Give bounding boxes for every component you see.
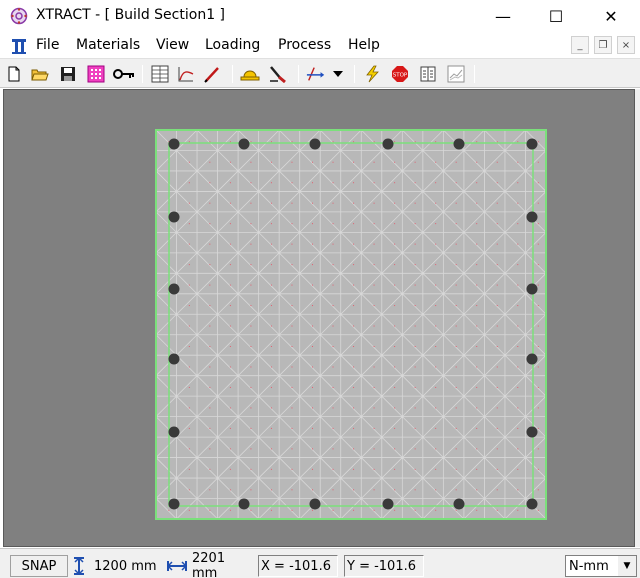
rebar [526,138,538,150]
section-grid-icon[interactable] [150,64,170,84]
section-drawing [155,129,547,520]
section-canvas[interactable] [3,89,635,547]
svg-text:STOP: STOP [393,73,408,79]
units-dropdown-arrow-icon[interactable]: ▼ [618,556,636,576]
key-icon[interactable] [112,64,136,84]
x-coordinate-readout: X = -101.6 [258,555,338,577]
rebar [168,353,180,365]
mdi-restore-button[interactable]: ❐ [594,36,612,54]
chart-icon[interactable] [446,64,466,84]
open-folder-icon[interactable] [30,64,50,84]
dig-tool-icon[interactable] [268,64,288,84]
rebar [382,498,394,510]
rebar [168,498,180,510]
mesh-grid-icon[interactable] [86,64,106,84]
snap-button[interactable]: SNAP [10,555,68,577]
menu-view[interactable]: View [156,37,189,53]
rebar [526,498,538,510]
rebar [168,426,180,438]
new-file-icon[interactable] [4,64,24,84]
section-height-value: 1200 mm [94,558,157,574]
scroll-edge [635,89,640,547]
menu-file[interactable]: File [36,37,59,53]
units-select[interactable]: N-mm ▼ [565,555,637,577]
mdi-minimize-button[interactable]: _ [571,36,589,54]
rebar [168,138,180,150]
rebar [526,353,538,365]
window-title: XTRACT - [ Build Section1 ] [36,7,226,23]
mdi-close-button[interactable]: × [617,36,635,54]
rebar [526,426,538,438]
rebar [453,498,465,510]
rebar [453,138,465,150]
rebar [168,283,180,295]
units-value: N-mm [569,558,609,574]
section-width-value: 2201 mm [192,551,226,578]
rebar [309,138,321,150]
curve-icon[interactable] [176,64,196,84]
menu-process[interactable]: Process [278,37,331,53]
title-bar: XTRACT - [ Build Section1 ] — ☐ ✕ [0,0,640,32]
dropdown-arrow-icon[interactable] [330,64,346,84]
lightning-icon[interactable] [362,64,382,84]
height-dimension-icon [72,555,90,577]
axis-transform-icon[interactable] [306,64,326,84]
document-system-icon[interactable] [10,37,28,55]
maximize-button[interactable]: ☐ [533,0,579,32]
stop-icon[interactable]: STOP [390,64,410,84]
width-dimension-icon [167,555,189,577]
status-bar: SNAP 1200 mm 2201 mm X = -101.6 Y = -101… [0,548,640,578]
rebar [238,138,250,150]
save-icon[interactable] [58,64,78,84]
menu-help[interactable]: Help [348,37,380,53]
report-icon[interactable] [418,64,438,84]
rebar [238,498,250,510]
menu-materials[interactable]: Materials [76,37,140,53]
rebar [526,283,538,295]
app-logo-icon [10,7,28,25]
toolbar: STOP [0,58,640,88]
menu-bar: File Materials View Loading Process Help [0,32,640,58]
minimize-button[interactable]: — [480,0,526,32]
line-draw-icon[interactable] [202,64,222,84]
close-button[interactable]: ✕ [588,0,634,32]
rebar [309,498,321,510]
rebar [168,211,180,223]
menu-loading[interactable]: Loading [205,37,260,53]
app-window: XTRACT - [ Build Section1 ] — ☐ ✕ File M… [0,0,640,578]
hat-icon[interactable] [240,64,260,84]
rebar [526,211,538,223]
y-coordinate-readout: Y = -101.6 [344,555,424,577]
rebar [382,138,394,150]
